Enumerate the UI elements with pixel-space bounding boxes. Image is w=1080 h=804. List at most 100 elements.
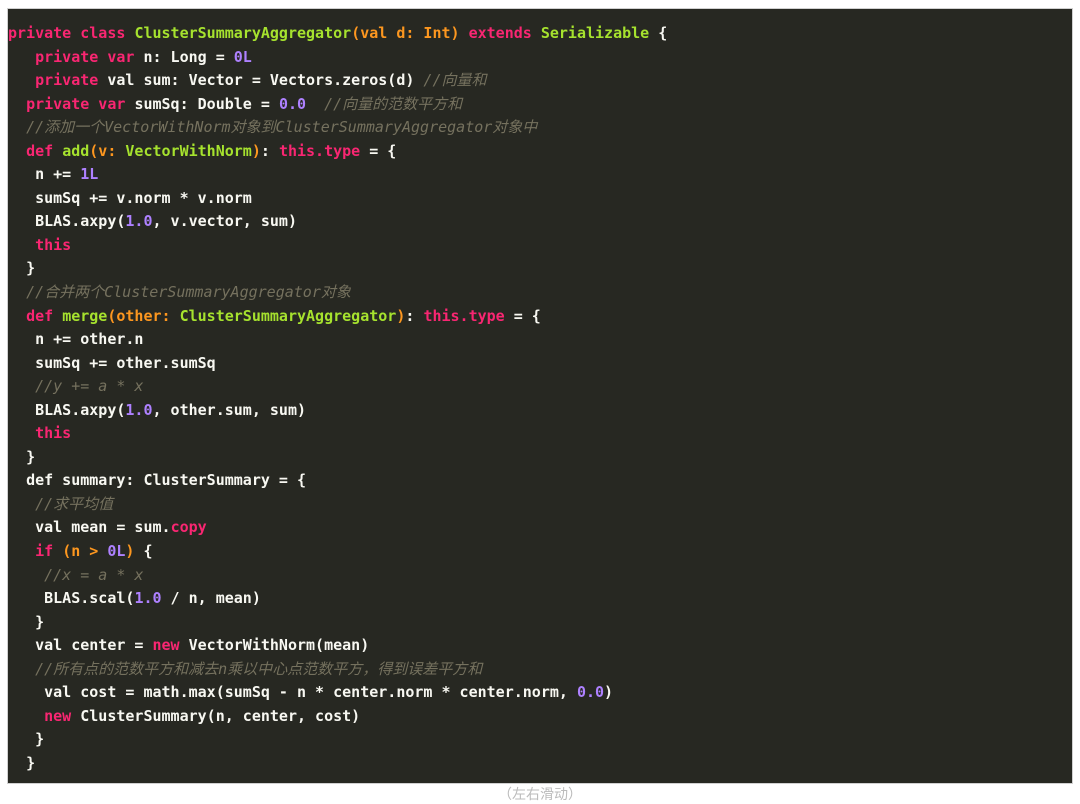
code-line: //添加一个VectorWithNorm对象到ClusterSummaryAgg… [8,116,1072,140]
code-token: copy [170,518,207,537]
code-token: sumSq += v.norm * v.norm [35,188,252,207]
code-token: } [26,753,36,772]
code-line: sumSq += v.norm * v.norm [8,187,1072,211]
code-line: if (n > 0L) { [8,540,1072,564]
code-token: merge [62,306,108,325]
code-token: private var [26,94,135,113]
code-line: } [8,446,1072,470]
code-token: if [35,542,63,561]
code-token: //x = a * x [44,565,144,584]
code-token: def [26,141,63,160]
code-token: val cost = math.max(sumSq - n * center.n… [44,683,577,702]
code-token: val sum: Vector = Vectors.zeros(d) [107,71,424,90]
code-line: this [8,422,1072,446]
code-token: : [405,306,424,325]
code-token: //求平均值 [35,494,114,513]
code-token: def summary: ClusterSummary = { [26,471,307,490]
code-token: n += other.n [35,330,144,349]
code-line: //y += a * x [8,375,1072,399]
code-editor: private class ClusterSummaryAggregator (v… [7,8,1073,784]
code-token: add [62,141,90,160]
code-token: this [35,424,72,443]
code-token: ClusterSummary(n, center, cost) [80,706,361,725]
code-token: 0.0 [576,683,605,702]
code-token: VectorWithNorm(mean) [188,636,370,655]
code-line: val center = new VectorWithNorm(mean) [8,634,1072,658]
code-line: private var sumSq: Double = 0.0 //向量的范数平… [8,93,1072,117]
code-token: private class [8,24,135,42]
code-token: 0.0 [278,94,307,113]
code-token: val mean = sum. [35,518,171,537]
code-token: BLAS.axpy( [35,212,126,231]
code-token: //向量和 [423,71,487,90]
code-token: new [44,706,81,725]
code-line: } [8,611,1072,635]
code-line: //x = a * x [8,564,1072,588]
code-token: { [134,542,153,561]
code-token: def [26,306,63,325]
code-token: //y += a * x [35,377,144,396]
code-line: BLAS.axpy(1.0, other.sum, sum) [8,399,1072,423]
code-token: 1L [80,165,99,184]
code-line: private var n: Long = 0L [8,46,1072,70]
code-token: (other: [107,306,180,325]
image-caption: （左右滑动） [498,787,582,803]
code-line: } [8,728,1072,752]
code-token: sumSq: Double = [134,94,279,113]
code-token: extends [468,24,541,42]
code-token: (val d: Int) [351,24,469,42]
code-token: ) [604,683,614,702]
code-token: } [26,259,36,278]
code-line: val mean = sum.copy [8,516,1072,540]
code-token: n: Long = [143,47,234,66]
code-token: //添加一个VectorWithNorm对象到ClusterSummaryAgg… [26,118,538,137]
code-token: //合并两个ClusterSummaryAggregator对象 [26,283,351,302]
code-token: 0L [233,47,252,66]
code-line: //所有点的范数平方和减去n乘以中心点范数平方，得到误差平方和 [8,658,1072,682]
code-token: //所有点的范数平方和减去n乘以中心点范数平方，得到误差平方和 [35,659,483,678]
code-token: this.type [278,141,361,160]
code-line: } [8,257,1072,281]
code-line: new ClusterSummary(n, center, cost) [8,705,1072,729]
code-line: //合并两个ClusterSummaryAggregator对象 [8,281,1072,305]
code-token: ) [251,141,261,160]
code-token: this.type [423,306,505,325]
code-token: sumSq += other.sumSq [35,353,216,372]
code-line: BLAS.scal(1.0 / n, mean) [8,587,1072,611]
code-token: (v: [89,141,126,160]
code-token: ClusterSummaryAggregator [179,306,397,325]
code-token: 1.0 [134,589,162,608]
code-token: 1.0 [125,212,153,231]
code-token: this [35,235,72,254]
code-token: = { [360,141,397,160]
code-token: , v.vector, sum) [152,212,298,231]
code-token: : [260,141,279,160]
code-token: //向量的范数平方和 [324,94,463,113]
code-line: BLAS.axpy(1.0, v.vector, sum) [8,210,1072,234]
code-token: / n, mean) [161,589,261,608]
code-token: } [35,730,45,749]
